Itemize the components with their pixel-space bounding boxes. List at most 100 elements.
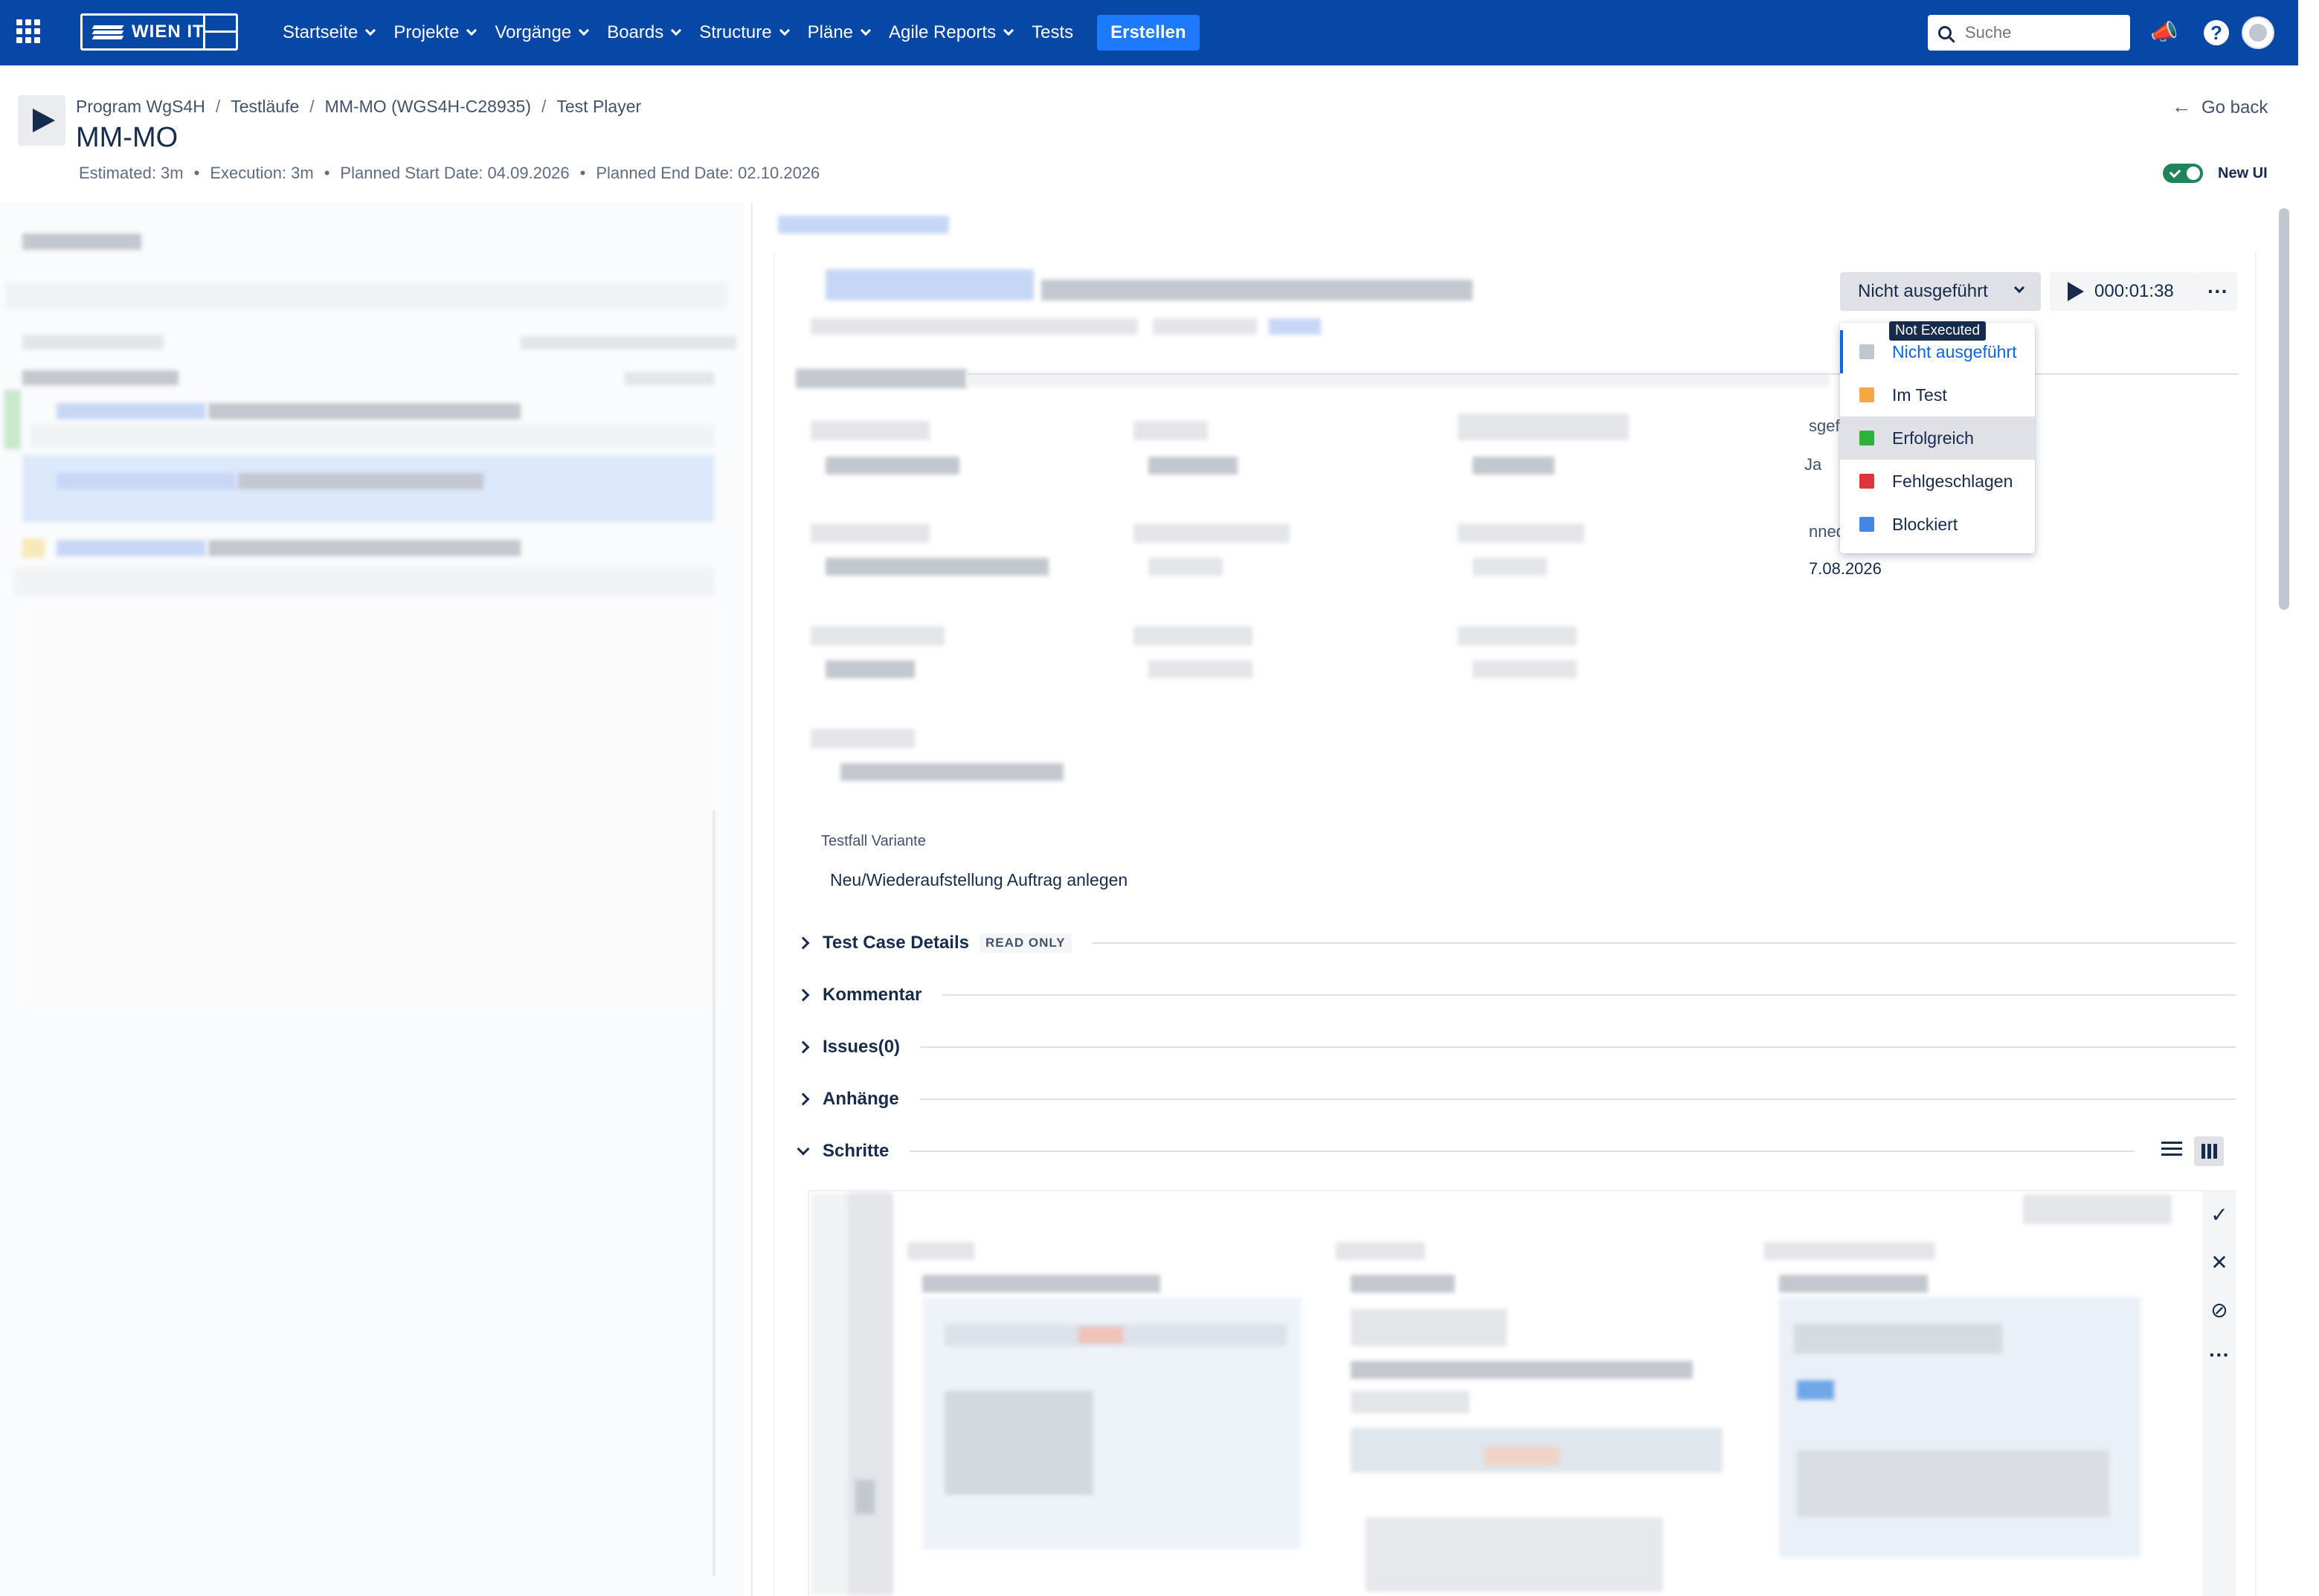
- status-tooltip: Not Executed: [1889, 321, 1987, 341]
- partial-field-value: Ja: [1804, 455, 1822, 474]
- more-icon[interactable]: ···: [2203, 1340, 2236, 1370]
- top-navigation: WIEN IT Startseite Projekte Vorgänge Boa…: [0, 0, 2298, 65]
- check-icon[interactable]: ✓: [2203, 1200, 2236, 1230]
- section-test-case-details[interactable]: Test Case Details READ ONLY: [796, 928, 2236, 958]
- execution-status-select[interactable]: Nicht ausgeführt: [1840, 272, 2041, 311]
- status-color-swatch: [1859, 387, 1874, 402]
- status-option-label: Im Test: [1892, 384, 1947, 405]
- section-title: Kommentar: [823, 985, 922, 1005]
- splitter-handle[interactable]: [751, 202, 753, 1596]
- nav-item-projekte[interactable]: Projekte: [393, 22, 477, 43]
- block-icon[interactable]: ⊘: [2203, 1296, 2236, 1325]
- section-title: Issues(0): [823, 1037, 901, 1057]
- section-divider: [921, 1046, 2236, 1048]
- status-option-im-test[interactable]: Im Test: [1840, 373, 2035, 416]
- breadcrumb-item-program[interactable]: Program WgS4H: [76, 97, 205, 116]
- meta-planned-start: Planned Start Date: 04.09.2026: [340, 164, 570, 182]
- go-back-link[interactable]: ← Go back: [2172, 95, 2268, 118]
- nav-item-label: Projekte: [393, 22, 460, 42]
- chevron-down-icon: [466, 25, 477, 36]
- nav-item-boards[interactable]: Boards: [607, 22, 682, 43]
- logo[interactable]: WIEN IT: [80, 13, 238, 51]
- chevron-down-icon: [779, 25, 790, 36]
- breadcrumb-item-test-player[interactable]: Test Player: [556, 97, 641, 116]
- section-kommentar[interactable]: Kommentar: [796, 980, 2236, 1010]
- status-color-swatch: [1859, 474, 1874, 489]
- nav-item-structure[interactable]: Structure: [699, 22, 790, 43]
- chevron-right-icon: [797, 936, 810, 950]
- chevron-down-icon: [579, 25, 590, 36]
- chevron-right-icon: [797, 988, 810, 1002]
- nav-item-vorgaenge[interactable]: Vorgänge: [495, 22, 590, 43]
- arrow-left-icon: ←: [2172, 95, 2191, 118]
- partial-field-label: sgefi: [1809, 416, 1844, 435]
- partial-date-value: 7.08.2026: [1809, 559, 1882, 578]
- new-ui-label: New UI: [2218, 165, 2268, 181]
- meta-execution: Execution: 3m: [210, 164, 314, 182]
- help-icon[interactable]: ?: [2200, 16, 2233, 49]
- chevron-right-icon: [797, 1040, 810, 1054]
- chevron-down-icon: [2013, 282, 2025, 294]
- section-divider: [1092, 942, 2236, 944]
- variant-label: Testfall Variante: [821, 833, 926, 849]
- variant-value: Neu/Wiederaufstellung Auftrag anlegen: [830, 870, 1128, 889]
- chevron-right-icon: [797, 1093, 810, 1106]
- more-actions-button[interactable]: ···: [2199, 272, 2237, 311]
- nav-item-agile-reports[interactable]: Agile Reports: [889, 22, 1014, 43]
- new-ui-toggle[interactable]: [2163, 164, 2203, 183]
- chevron-down-icon: [365, 25, 376, 36]
- megaphone-icon[interactable]: 📣: [2148, 16, 2181, 49]
- chevron-down-icon: [797, 1142, 810, 1156]
- section-title: Test Case Details: [823, 933, 969, 953]
- chevron-down-icon: [671, 25, 682, 36]
- breadcrumb-item-testlaeufe[interactable]: Testläufe: [231, 97, 299, 116]
- avatar[interactable]: [2242, 16, 2274, 49]
- close-icon[interactable]: ✕: [2203, 1248, 2236, 1278]
- list-view-icon[interactable]: [2157, 1138, 2187, 1165]
- nav-item-label: Vorgänge: [495, 22, 572, 42]
- chevron-down-icon: [1003, 25, 1014, 36]
- timer-button[interactable]: 000:01:38: [2050, 272, 2199, 311]
- status-option-blockiert[interactable]: Blockiert: [1840, 503, 2035, 546]
- breadcrumb-item-test-cycle[interactable]: MM-MO (WGS4H-C28935): [325, 97, 531, 116]
- nav-item-label: Pläne: [807, 22, 854, 42]
- app-switcher-icon[interactable]: [16, 19, 40, 43]
- step-actions-column: ✓ ✕ ⊘ ···: [2203, 1191, 2236, 1596]
- page-title: MM-MO: [76, 122, 178, 153]
- meta-estimated: Estimated: 3m: [79, 164, 184, 182]
- search-box[interactable]: [1928, 15, 2130, 51]
- nav-item-plaene[interactable]: Pläne: [807, 22, 872, 43]
- search-icon: [1938, 26, 1952, 39]
- status-option-label: Nicht ausgeführt: [1892, 341, 2017, 361]
- status-dropdown-menu: Nicht ausgeführt Im Test Erfolgreich Feh…: [1840, 323, 2035, 553]
- chevron-down-icon: [860, 25, 872, 36]
- breadcrumb: Program WgS4H / Testläufe / MM-MO (WGS4H-C28…: [76, 97, 642, 116]
- status-color-swatch: [1859, 431, 1874, 445]
- search-input[interactable]: [1963, 22, 2112, 43]
- section-schritte[interactable]: Schritte: [796, 1136, 2135, 1166]
- nav-item-label: Agile Reports: [889, 22, 997, 42]
- nav-item-label: Startseite: [283, 22, 358, 42]
- status-option-label: Fehlgeschlagen: [1892, 471, 2013, 491]
- status-option-fehlgeschlagen[interactable]: Fehlgeschlagen: [1840, 460, 2035, 503]
- section-anhaenge[interactable]: Anhänge: [796, 1084, 2236, 1114]
- go-back-label: Go back: [2201, 97, 2268, 118]
- execution-meta: Estimated: 3m • Execution: 3m • Planned Star…: [79, 164, 820, 182]
- logo-mark-icon: [91, 24, 124, 40]
- nav-item-startseite[interactable]: Startseite: [283, 22, 376, 43]
- read-only-badge: READ ONLY: [979, 933, 1072, 953]
- logo-cross-icon: [203, 16, 236, 48]
- nav-item-tests[interactable]: Tests: [1032, 22, 1073, 43]
- section-issues[interactable]: Issues(0): [796, 1032, 2236, 1062]
- section-title: Anhänge: [823, 1089, 899, 1109]
- column-view-icon[interactable]: [2194, 1136, 2224, 1166]
- play-icon: [18, 95, 65, 146]
- timer-value: 000:01:38: [2094, 281, 2174, 301]
- section-divider: [942, 994, 2236, 996]
- status-option-erfolgreich[interactable]: Erfolgreich: [1840, 416, 2035, 460]
- create-button[interactable]: Erstellen: [1097, 15, 1200, 51]
- section-title: Schritte: [823, 1141, 890, 1161]
- nav-item-label: Boards: [607, 22, 664, 42]
- section-divider: [910, 1151, 2135, 1152]
- scrollbar[interactable]: [2279, 208, 2289, 610]
